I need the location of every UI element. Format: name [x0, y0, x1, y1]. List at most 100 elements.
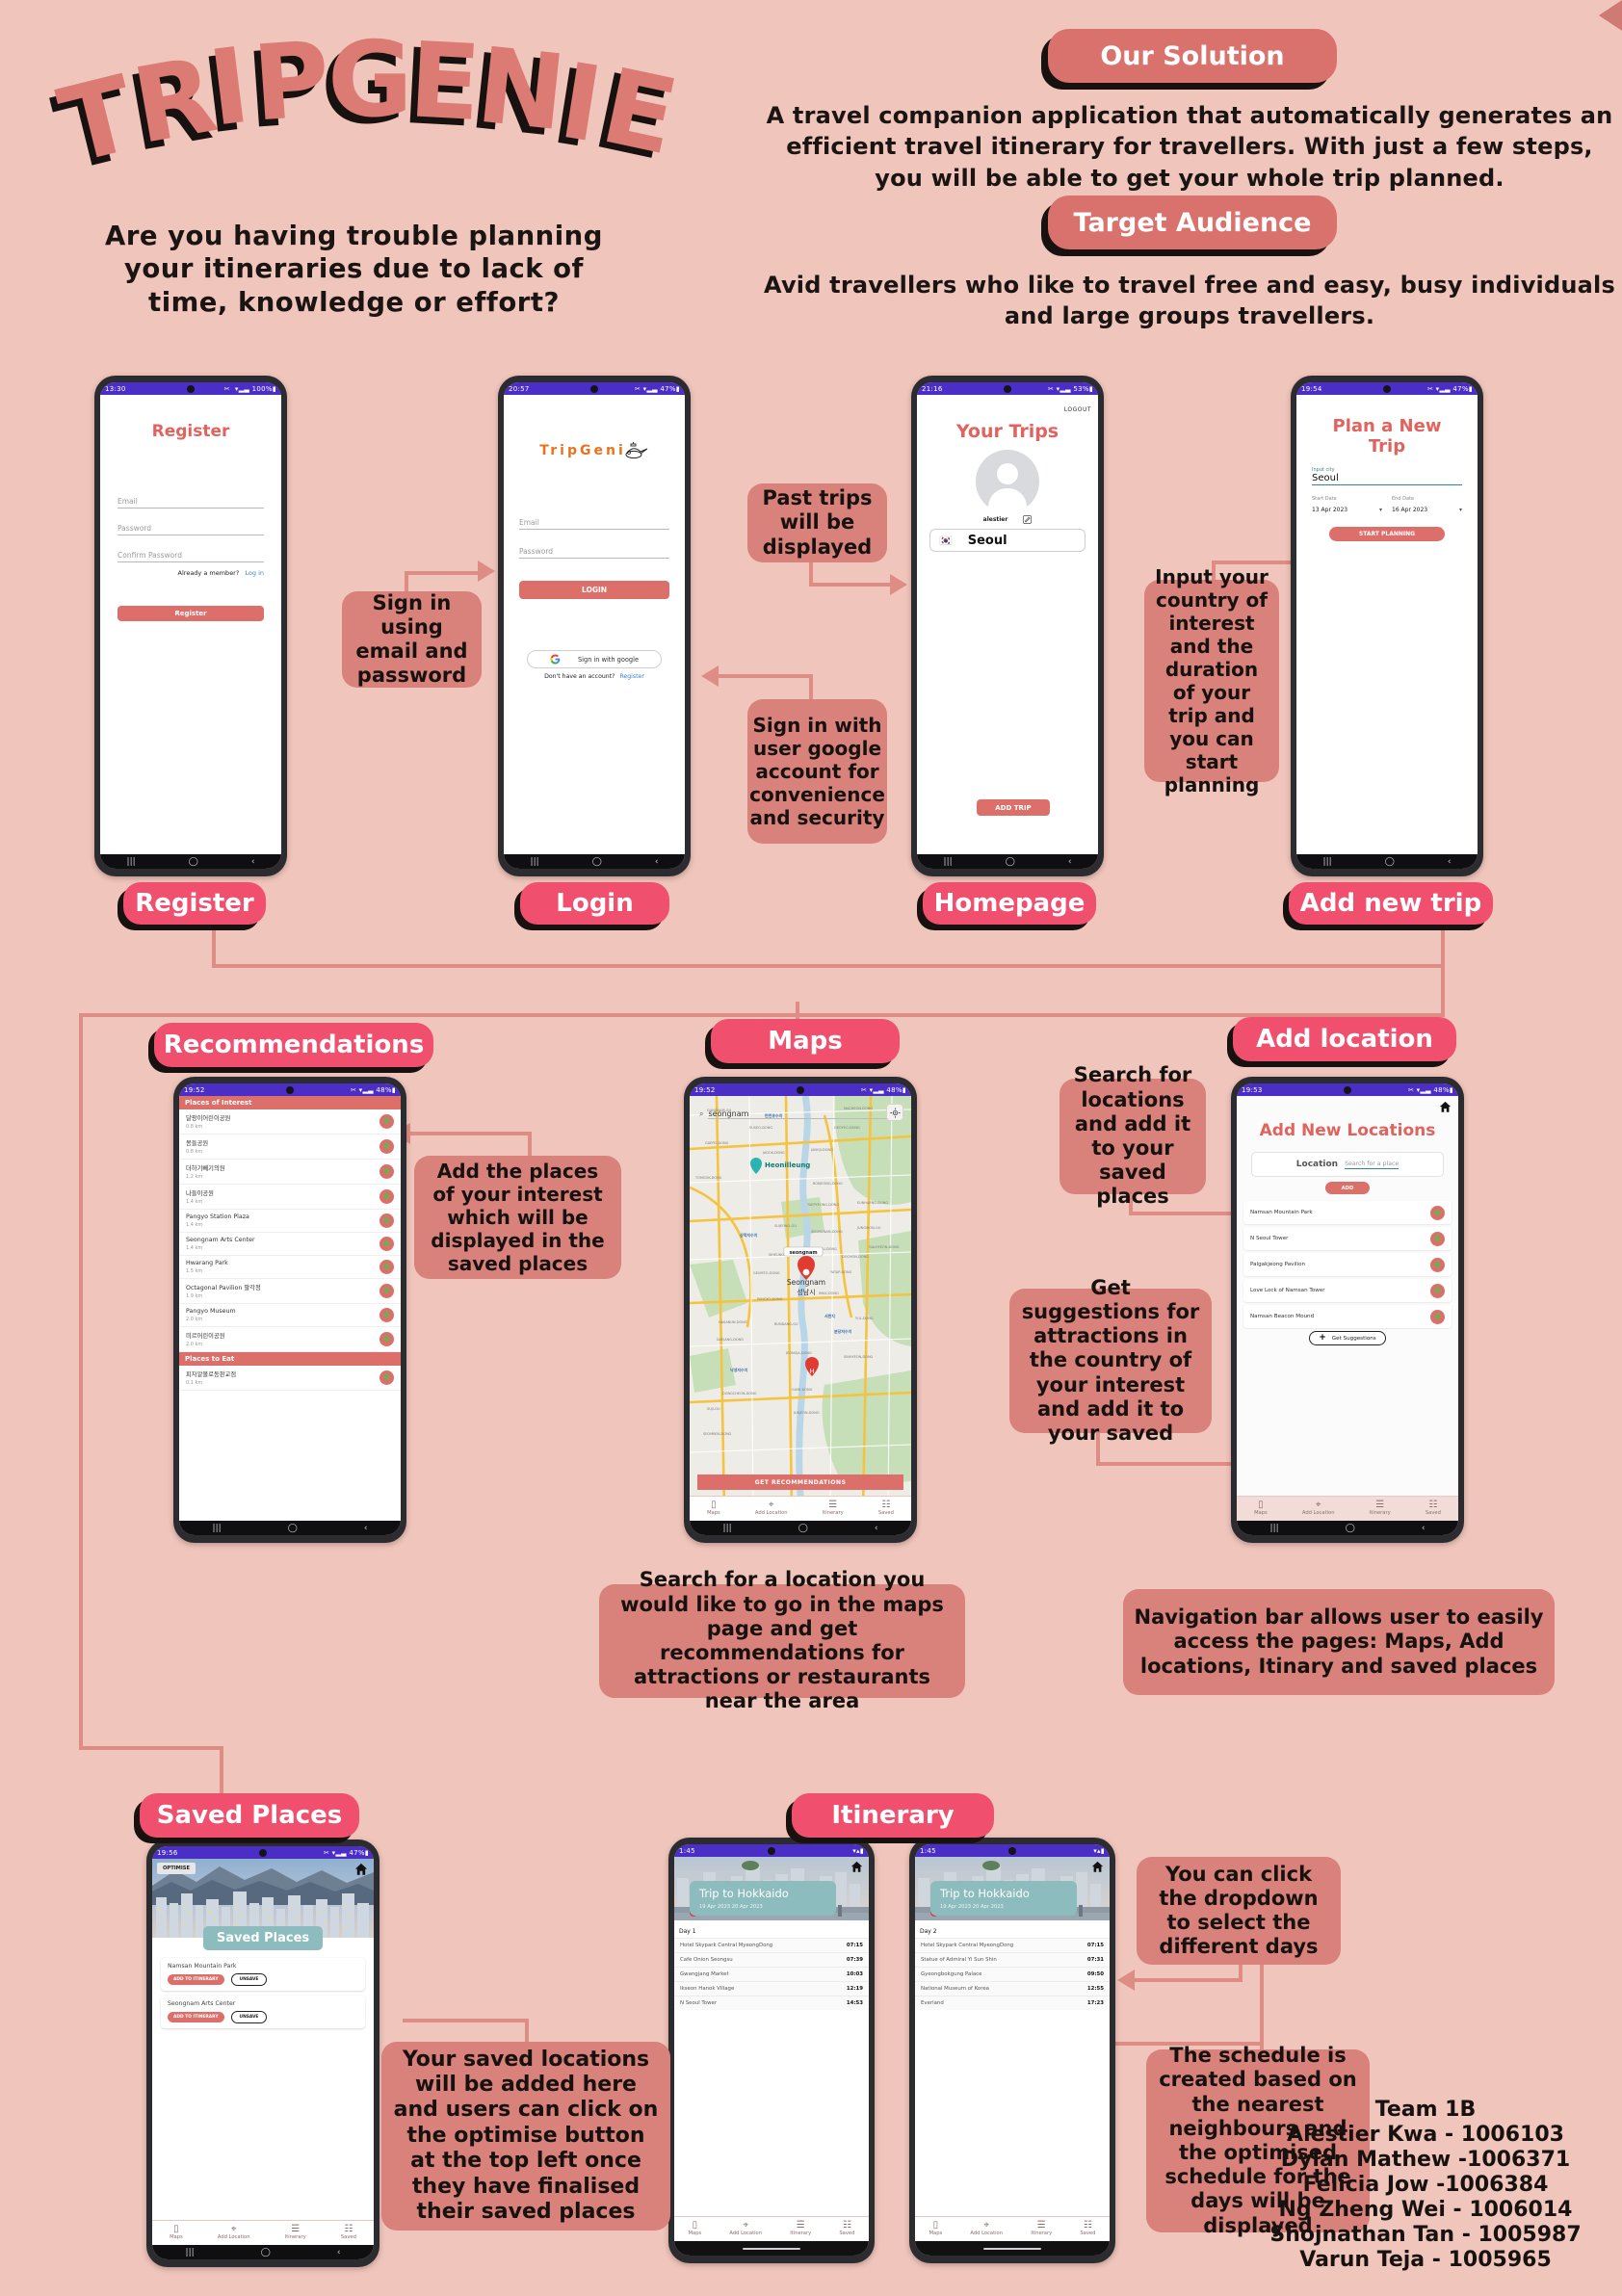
- saved-places-list[interactable]: Namsan Mountain Park ADD TO ITINERARY UNSA…: [152, 1958, 374, 2028]
- location-search-box[interactable]: Location Search for a place: [1251, 1152, 1444, 1177]
- back-icon[interactable]: ‹: [1422, 1524, 1426, 1533]
- add-location-button[interactable]: +: [1430, 1283, 1445, 1298]
- bottom-nav[interactable]: ▯ Maps ⌖ Add Location ☰ Itinerary ☷ Saved: [674, 2216, 869, 2241]
- add-place-button[interactable]: +: [379, 1189, 394, 1204]
- place-row[interactable]: 미르어린이공원 2.0 km +: [179, 1327, 401, 1352]
- back-icon[interactable]: ‹: [364, 1524, 368, 1533]
- add-place-button[interactable]: +: [379, 1308, 394, 1322]
- pencil-icon[interactable]: [1023, 515, 1033, 524]
- add-to-itinerary-button[interactable]: ADD TO ITINERARY: [168, 2012, 224, 2022]
- logout-button[interactable]: LOGOUT: [1064, 406, 1091, 413]
- add-location-button[interactable]: +: [1430, 1231, 1445, 1246]
- unsave-button[interactable]: UNSAVE: [230, 2011, 268, 2023]
- login-link[interactable]: Log in: [245, 569, 264, 577]
- trip-card-seoul[interactable]: 🇰🇷 Seoul: [929, 529, 1086, 552]
- place-row[interactable]: Octagonal Pavilion 팔각정 1.9 km +: [179, 1279, 401, 1304]
- nav-maps[interactable]: ▯ Maps: [707, 1500, 720, 1518]
- recents-icon[interactable]: |||: [531, 857, 539, 867]
- home-nav-icon[interactable]: ◯: [798, 1524, 808, 1533]
- place-row[interactable]: 더하기빼기의원 1.2 km +: [179, 1160, 401, 1185]
- home-icon[interactable]: [354, 1863, 368, 1876]
- saved-place-card[interactable]: Namsan Mountain Park ADD TO ITINERARY UNSA…: [161, 1958, 365, 1991]
- location-card[interactable]: Palgakjeong Pavilion +: [1243, 1253, 1452, 1276]
- back-icon[interactable]: ‹: [1448, 857, 1452, 867]
- nav-maps[interactable]: ▯ Maps: [929, 2220, 943, 2238]
- recents-icon[interactable]: |||: [127, 857, 136, 867]
- email-field[interactable]: Email: [519, 518, 669, 530]
- location-card[interactable]: Namsan Beacon Mound +: [1243, 1305, 1452, 1328]
- add-place-button[interactable]: +: [379, 1164, 394, 1179]
- login-button[interactable]: LOGIN: [519, 581, 669, 599]
- home-nav-icon[interactable]: ◯: [1346, 1524, 1355, 1533]
- home-nav-icon[interactable]: ◯: [189, 857, 198, 867]
- add-place-button[interactable]: +: [379, 1370, 394, 1385]
- nav-saved[interactable]: ☷ Saved: [1080, 2220, 1095, 2238]
- add-button[interactable]: ADD: [1325, 1182, 1370, 1194]
- place-row[interactable]: Pangyo Museum 2.0 km +: [179, 1304, 401, 1327]
- nav-saved[interactable]: ☷ Saved: [878, 1500, 894, 1518]
- password-field[interactable]: Password: [519, 547, 669, 559]
- recents-icon[interactable]: |||: [1323, 857, 1332, 867]
- recents-icon[interactable]: |||: [723, 1524, 732, 1533]
- nav-saved[interactable]: ☷ Saved: [1426, 1500, 1441, 1518]
- nav-itinerary[interactable]: ☰ Itinerary: [790, 2220, 811, 2238]
- recents-icon[interactable]: |||: [186, 2248, 195, 2257]
- gesture-bar[interactable]: [743, 2247, 800, 2250]
- back-icon[interactable]: ‹: [337, 2248, 341, 2257]
- add-place-button[interactable]: +: [379, 1332, 394, 1346]
- add-place-button[interactable]: +: [379, 1284, 394, 1298]
- add-place-button[interactable]: +: [379, 1213, 394, 1228]
- email-field[interactable]: Email: [118, 497, 264, 509]
- home-nav-icon[interactable]: ◯: [288, 1524, 298, 1533]
- nav-maps[interactable]: ▯ Maps: [1254, 1500, 1268, 1518]
- home-icon[interactable]: [1439, 1101, 1452, 1113]
- add-place-button[interactable]: +: [379, 1237, 394, 1251]
- add-location-button[interactable]: +: [1430, 1205, 1445, 1220]
- password-field[interactable]: Password: [118, 524, 264, 535]
- add-location-button[interactable]: +: [1430, 1309, 1445, 1324]
- confirm-password-field[interactable]: Confirm Password: [118, 551, 264, 562]
- start-date-value[interactable]: 13 Apr 2023: [1312, 507, 1347, 513]
- chevron-down-icon[interactable]: ▾: [1459, 507, 1462, 513]
- home-icon[interactable]: [850, 1861, 863, 1873]
- nav-saved[interactable]: ☷ Saved: [341, 2224, 356, 2242]
- location-card[interactable]: Love Lock of Namsan Tower +: [1243, 1279, 1452, 1302]
- place-row[interactable]: Seongnam Arts Center 1.4 km +: [179, 1233, 401, 1256]
- home-nav-icon[interactable]: ◯: [592, 857, 602, 867]
- nav-add-location[interactable]: ⌖ Add Location: [755, 1500, 788, 1518]
- back-icon[interactable]: ‹: [875, 1524, 878, 1533]
- nav-add-location[interactable]: ⌖ Add Location: [729, 2220, 762, 2238]
- recommendations-list[interactable]: 달팡이어린이공원 0.8 km + 몽들공원 0.8 km + 더하기빼기의원 1.2 km +…: [179, 1109, 401, 1352]
- recents-icon[interactable]: |||: [213, 1524, 222, 1533]
- nav-add-location[interactable]: ⌖ Add Location: [970, 2220, 1003, 2238]
- place-row[interactable]: 달팡이어린이공원 0.8 km +: [179, 1109, 401, 1135]
- nav-itinerary[interactable]: ☰ Itinerary: [1031, 2220, 1052, 2238]
- nav-add-location[interactable]: ⌖ Add Location: [218, 2224, 250, 2242]
- place-row[interactable]: 나들이공원 1.4 km +: [179, 1185, 401, 1210]
- nav-saved[interactable]: ☷ Saved: [839, 2220, 854, 2238]
- get-suggestions-button[interactable]: + Get Suggestions: [1309, 1331, 1386, 1345]
- add-to-itinerary-button[interactable]: ADD TO ITINERARY: [168, 1974, 224, 1985]
- get-recommendations-button[interactable]: GET RECOMMENDATIONS: [697, 1474, 903, 1490]
- nav-itinerary[interactable]: ☰ Itinerary: [1370, 1500, 1391, 1518]
- nav-maps[interactable]: ▯ Maps: [170, 2224, 183, 2242]
- bottom-nav[interactable]: ▯ Maps ⌖ Add Location ☰ Itinerary ☷ Saved: [152, 2220, 374, 2245]
- nav-itinerary[interactable]: ☰ Itinerary: [823, 1500, 844, 1518]
- register-button[interactable]: Register: [118, 606, 264, 621]
- chevron-down-icon[interactable]: ▾: [1379, 507, 1382, 513]
- back-icon[interactable]: ‹: [251, 857, 255, 867]
- nav-itinerary[interactable]: ☰ Itinerary: [285, 2224, 306, 2242]
- bottom-nav[interactable]: ▯ Maps ⌖ Add Location ☰ Itinerary ☷ Saved: [915, 2216, 1110, 2241]
- optimise-button[interactable]: OPTIMISE: [157, 1863, 196, 1874]
- add-location-button[interactable]: +: [1430, 1257, 1445, 1272]
- nav-maps[interactable]: ▯ Maps: [689, 2220, 702, 2238]
- my-location-icon[interactable]: [886, 1104, 903, 1121]
- google-signin-button[interactable]: Sign in with google: [527, 650, 662, 668]
- unsave-button[interactable]: UNSAVE: [230, 1973, 268, 1986]
- day-selector-day2[interactable]: Day 2: [915, 1920, 1110, 1938]
- home-nav-icon[interactable]: ◯: [261, 2248, 271, 2257]
- home-nav-icon[interactable]: ◯: [1006, 857, 1015, 867]
- place-row[interactable]: 피자알볼로동판교점 0.1 km +: [179, 1366, 401, 1391]
- place-row[interactable]: Hwarang Park 1.5 km +: [179, 1256, 401, 1279]
- recents-icon[interactable]: |||: [944, 857, 953, 867]
